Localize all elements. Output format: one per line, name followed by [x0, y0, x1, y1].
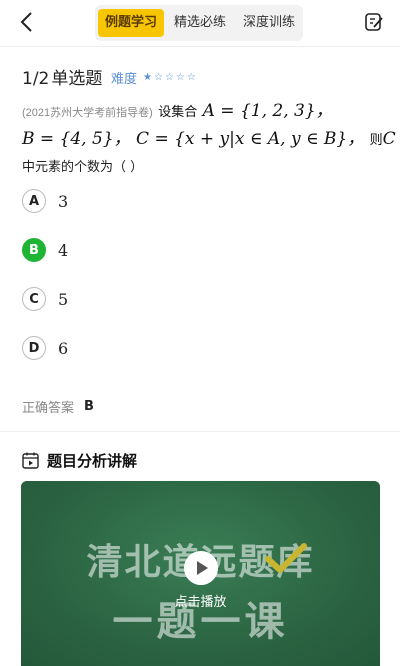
correct-answer-value: B [84, 399, 94, 414]
star-empty-icon: ☆ [186, 72, 196, 83]
question-line-2: B = {4, 5}， C = {x + y|x ∈ A, y ∈ B}， 则C [22, 129, 396, 149]
option-value: 5 [58, 289, 69, 309]
play-icon[interactable] [184, 551, 218, 585]
difficulty-stars: ★ ☆ ☆ ☆ ☆ [143, 72, 198, 83]
option-b[interactable]: B 4 [22, 238, 68, 262]
question-line-1: (2021苏州大学考前指导卷) 设集合 A = {1, 2, 3}， [22, 101, 333, 121]
option-a[interactable]: A 3 [22, 189, 68, 213]
star-empty-icon: ☆ [164, 72, 174, 83]
section-divider [0, 431, 400, 432]
question-line-3: 中元素的个数为（ ） [22, 160, 144, 175]
question-type: 单选题 [51, 69, 103, 89]
option-letter: D [22, 336, 46, 360]
chevron-left-icon[interactable] [16, 10, 40, 34]
question-source: (2021苏州大学考前指导卷) [22, 107, 153, 119]
video-calendar-icon [22, 452, 39, 469]
set-c-expression: C = {x + y|x ∈ A, y ∈ B}， [136, 129, 365, 149]
option-value: 6 [58, 338, 69, 358]
header-divider [0, 46, 400, 47]
option-value: 3 [58, 191, 69, 211]
tab-bar: 例题学习 精选必练 深度训练 [95, 5, 303, 41]
question-heading: 1/2 单选题 [22, 64, 102, 89]
tab-selected-practice[interactable]: 精选必练 [167, 9, 233, 37]
star-empty-icon: ☆ [175, 72, 185, 83]
tab-deep-training[interactable]: 深度训练 [236, 9, 302, 37]
option-letter: C [22, 287, 46, 311]
correct-answer: 正确答案 B [22, 397, 94, 416]
play-label: 点击播放 [174, 595, 227, 610]
set-a-expression: A = {1, 2, 3}， [202, 101, 333, 121]
tab-example-study[interactable]: 例题学习 [98, 9, 165, 37]
star-filled-icon: ★ [143, 72, 152, 83]
correct-answer-label: 正确答案 [22, 401, 75, 416]
option-letter-correct: B [22, 238, 46, 262]
difficulty-rating: 难度 ★ ☆ ☆ ☆ ☆ [111, 68, 198, 87]
star-empty-icon: ☆ [153, 72, 163, 83]
checkmark-icon [265, 543, 307, 573]
difficulty-label: 难度 [111, 72, 138, 87]
option-d[interactable]: D 6 [22, 336, 68, 360]
edit-note-icon[interactable] [364, 12, 384, 32]
option-letter: A [22, 189, 46, 213]
option-c[interactable]: C 5 [22, 287, 68, 311]
option-value: 4 [58, 240, 69, 260]
video-player[interactable]: 清北道远题库 一题一课 点击播放 [21, 481, 380, 666]
analysis-header: 题目分析讲解 [22, 450, 137, 471]
set-b-expression: B = {4, 5}， [22, 129, 131, 149]
question-body: (2021苏州大学考前指导卷) 设集合 A = {1, 2, 3}， B = {… [22, 98, 396, 175]
analysis-title: 题目分析讲解 [47, 452, 138, 470]
question-counter: 1/2 [22, 69, 50, 89]
top-bar: 例题学习 精选必练 深度训练 [0, 0, 400, 46]
